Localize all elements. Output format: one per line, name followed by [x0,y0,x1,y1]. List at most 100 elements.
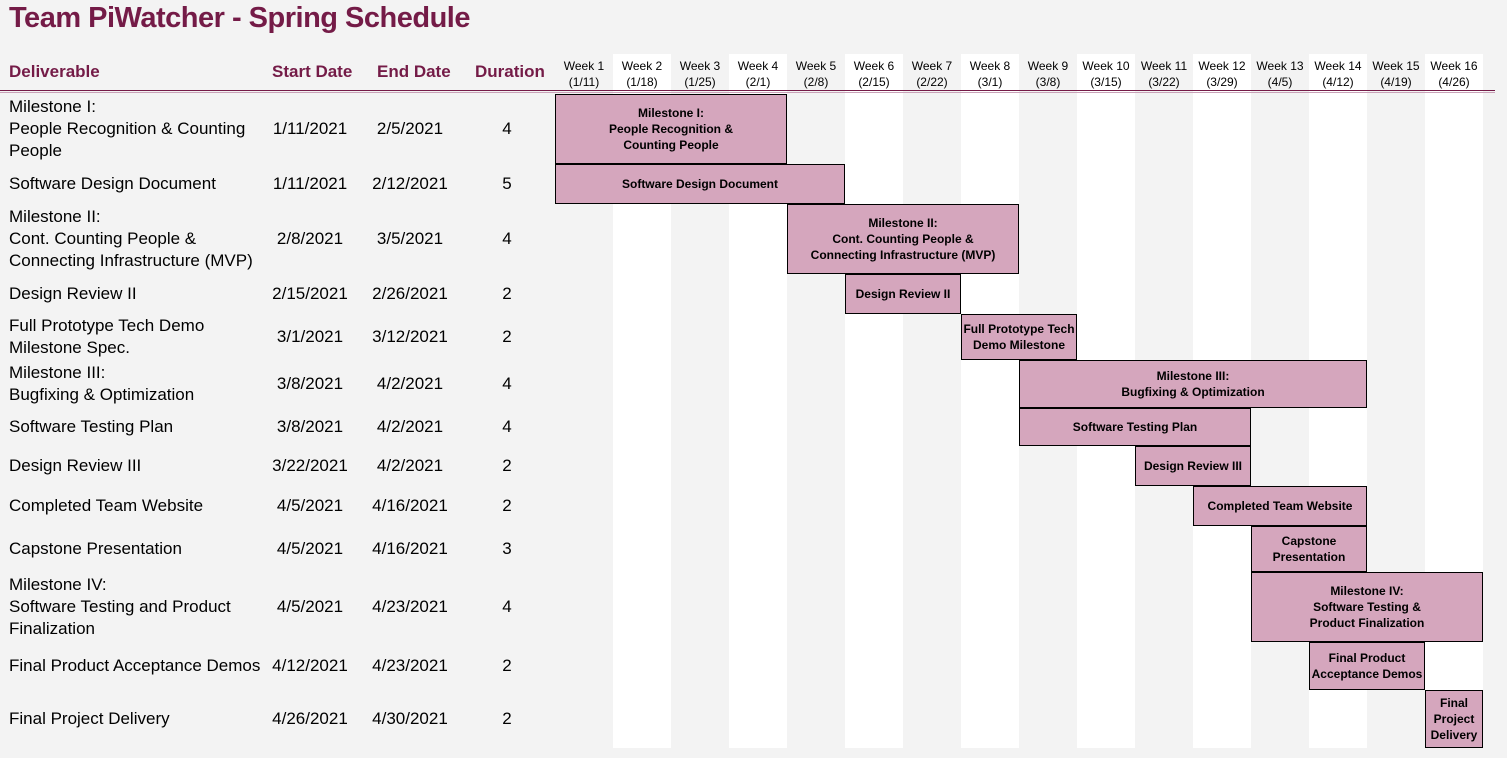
week-date: (4/19) [1380,75,1412,89]
table-row: Final Product Acceptance Demos 4/12/2021 4… [0,642,545,690]
week-label: Week 5 (2/8) [787,58,845,92]
week-number: Week 12 [1198,59,1246,73]
table-row: Software Testing Plan 3/8/2021 4/2/2021 4 [0,408,545,446]
gantt-bar: Design Review II [845,274,961,314]
week-date: (1/25) [684,75,716,89]
table-row: Milestone IV: Software Testing and Produ… [0,572,545,642]
week-column [1425,54,1483,748]
table-row: Design Review III 3/22/2021 4/2/2021 2 [0,446,545,486]
start-date-cell: 3/1/2021 [276,327,344,346]
page-title: Team PiWatcher - Spring Schedule [9,2,471,34]
gantt-bar: Completed Team Website [1193,486,1367,526]
duration-cell: 4 [502,374,512,393]
week-date: (1/11) [568,75,600,89]
week-number: Week 14 [1314,59,1362,73]
week-date: (4/26) [1438,75,1470,89]
week-label: Week 3 (1/25) [671,58,729,92]
duration-cell: 2 [502,327,512,346]
start-date-cell: 4/12/2021 [272,656,348,675]
week-column [845,54,903,748]
header-start-date: Start Date [272,62,353,81]
gantt-bar: Final Product Acceptance Demos [1309,642,1425,690]
deliverable-cell: Capstone Presentation [9,539,182,558]
duration-cell: 4 [502,229,512,248]
gantt-bar: Capstone Presentation [1251,526,1367,572]
week-number: Week 2 [621,59,663,73]
start-date-cell: 3/8/2021 [276,374,344,393]
week-label: Week 11 (3/22) [1135,58,1193,92]
week-number: Week 9 [1027,59,1069,73]
end-date-cell: 3/5/2021 [376,229,444,248]
gantt-bar: Software Testing Plan [1019,408,1251,446]
table-row: Full Prototype Tech Demo Milestone Spec.… [0,314,545,360]
week-column [903,54,961,748]
table-row: Final Project Delivery 4/26/2021 4/30/2021… [0,690,545,748]
duration-cell: 2 [502,709,512,728]
week-number: Week 6 [853,59,895,73]
week-label: Week 10 (3/15) [1077,58,1135,92]
week-date: (2/15) [858,75,890,89]
week-date: (2/8) [803,75,829,89]
duration-cell: 2 [502,496,512,515]
end-date-cell: 4/16/2021 [372,539,448,558]
table-row: Design Review II 2/15/2021 2/26/2021 2 [0,274,545,314]
week-number: Week 10 [1082,59,1130,73]
end-date-cell: 4/30/2021 [372,709,448,728]
duration-cell: 4 [502,417,512,436]
week-number: Week 13 [1256,59,1304,73]
gantt-bar: Milestone I: People Recognition & Counti… [555,94,787,164]
end-date-cell: 4/2/2021 [376,456,444,475]
week-date: (3/8) [1035,75,1061,89]
start-date-cell: 4/5/2021 [276,597,344,616]
week-date: (2/1) [745,75,771,89]
deliverable-cell: Milestone III: Bugfixing & Optimization [9,363,195,404]
start-date-cell: 3/8/2021 [276,417,344,436]
week-number: Week 7 [911,59,953,73]
header-duration: Duration [475,62,545,81]
start-date-cell: 1/11/2021 [272,174,348,193]
start-date-cell: 4/5/2021 [276,539,344,558]
table-row: Completed Team Website 4/5/2021 4/16/2021 2 [0,486,545,526]
week-label: Week 9 (3/8) [1019,58,1077,92]
end-date-cell: 4/2/2021 [376,374,444,393]
week-number: Week 5 [795,59,837,73]
deliverable-cell: Completed Team Website [9,496,204,515]
week-number: Week 3 [679,59,721,73]
week-date: (3/1) [977,75,1003,89]
end-date-cell: 2/5/2021 [376,119,444,138]
table-row: Milestone III: Bugfixing & Optimization 3… [0,360,545,408]
week-label: Week 13 (4/5) [1251,58,1309,92]
gantt-bar: Milestone IV: Software Testing & Product… [1251,572,1483,642]
header-end-date: End Date [377,62,451,81]
week-number: Week 4 [737,59,779,73]
gantt-bar: Design Review III [1135,446,1251,486]
table-row: Capstone Presentation 4/5/2021 4/16/2021 3 [0,526,545,572]
duration-cell: 2 [502,656,512,675]
week-number: Week 8 [969,59,1011,73]
table-row: Software Design Document 1/11/2021 2/12/20… [0,164,545,204]
week-label: Week 6 (2/15) [845,58,903,92]
deliverable-cell: Full Prototype Tech Demo Milestone Spec. [9,316,205,357]
gantt-bar: Milestone III: Bugfixing & Optimization [1019,360,1367,408]
end-date-cell: 2/26/2021 [372,284,448,303]
deliverable-cell: Milestone II: Cont. Counting People & Co… [9,207,253,270]
gantt-bar: Full Prototype Tech Demo Milestone [961,314,1077,360]
gantt-bar: Final Project Delivery [1425,690,1483,748]
duration-cell: 2 [502,456,512,475]
week-column [961,54,1019,748]
duration-cell: 4 [502,119,512,138]
week-column [787,54,845,748]
gantt-bar: Software Design Document [555,164,845,204]
week-label: Week 1 (1/11) [555,58,613,92]
deliverable-cell: Software Testing Plan [9,417,174,436]
week-number: Week 16 [1430,59,1478,73]
week-label: Week 14 (4/12) [1309,58,1367,92]
header-deliverable: Deliverable [9,62,100,81]
week-number: Week 1 [563,59,605,73]
end-date-cell: 4/2/2021 [376,417,444,436]
start-date-cell: 4/5/2021 [276,496,344,515]
deliverable-cell: Final Product Acceptance Demos [9,656,261,675]
week-date: (4/5) [1267,75,1293,89]
start-date-cell: 2/8/2021 [276,229,344,248]
week-number: Week 15 [1372,59,1420,73]
